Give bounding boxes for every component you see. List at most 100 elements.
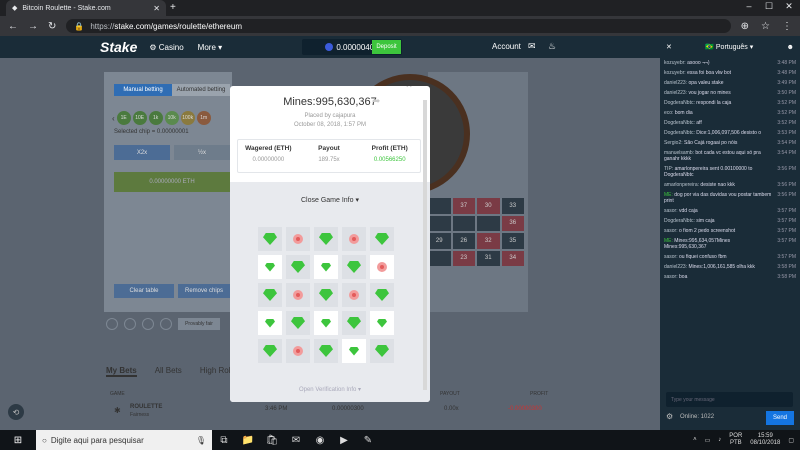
close-chat-icon[interactable]: ✕	[666, 43, 672, 51]
nav-casino[interactable]: ⚙ Casino	[149, 43, 183, 52]
volume-icon[interactable]	[106, 318, 118, 330]
hotkeys-icon[interactable]	[124, 318, 136, 330]
close-window-icon[interactable]: ✕	[780, 1, 798, 12]
file-explorer-icon[interactable]: 📁	[236, 435, 260, 446]
share-icon[interactable]: ➦	[372, 96, 380, 107]
tab-all-bets[interactable]: All Bets	[155, 366, 182, 377]
table-cell[interactable]	[477, 215, 500, 231]
table-cell[interactable]: 30	[477, 198, 500, 214]
network-icon[interactable]: ▭	[705, 437, 711, 444]
table-cell[interactable]: 31	[477, 250, 500, 266]
volume-icon[interactable]: ♪	[718, 437, 721, 443]
chat-users-icon[interactable]: ☻	[787, 44, 794, 51]
notifications-icon[interactable]: ♨	[548, 41, 556, 52]
table-cell[interactable]: 23	[452, 250, 475, 266]
notification-center-icon[interactable]: ▢	[788, 437, 794, 444]
paint-icon[interactable]: ✎	[356, 435, 380, 446]
chat-username[interactable]: DogderaNbtc:	[664, 130, 695, 136]
table-cell[interactable]: 35	[501, 233, 524, 249]
menu-dots-icon[interactable]: ⋮	[782, 21, 792, 32]
table-cell[interactable]	[428, 250, 451, 266]
support-icon[interactable]: ⟲	[8, 404, 24, 420]
open-verification-toggle[interactable]: Open Verification Info ▾	[230, 386, 430, 393]
minimize-icon[interactable]: –	[740, 1, 758, 11]
deposit-button[interactable]: Deposit	[372, 40, 401, 54]
back-icon[interactable]: ←	[8, 21, 18, 32]
forward-icon[interactable]: →	[28, 21, 38, 32]
chip-prev-icon[interactable]: ‹	[112, 114, 115, 123]
chat-username[interactable]: sasor:	[664, 228, 678, 234]
chat-language-selector[interactable]: 🇧🇷 Português ▾	[705, 43, 753, 51]
chat-username[interactable]: daniel223:	[664, 264, 687, 270]
chat-username[interactable]: daniel223:	[664, 90, 687, 96]
chip[interactable]: 10E	[132, 111, 147, 125]
taskbar-search[interactable]: ○ Digite aqui para pesquisar 🎙	[36, 430, 212, 450]
chat-settings-icon[interactable]: ⚙	[666, 412, 673, 421]
chat-username[interactable]: kozuyebr:	[664, 70, 686, 76]
url-field[interactable]: 🔒 https://stake.com/games/roulette/ether…	[66, 19, 731, 33]
maximize-icon[interactable]: ☐	[760, 1, 778, 12]
total-bet-field[interactable]: 0.00000000 ETH	[114, 172, 230, 192]
system-clock[interactable]: 15:59 08/10/2018	[750, 433, 780, 447]
chat-username[interactable]: kozuyebr:	[664, 60, 686, 66]
table-cell[interactable]: 33	[501, 198, 524, 214]
clear-table-button[interactable]: Clear table	[114, 284, 174, 298]
new-tab-button[interactable]: +	[170, 2, 176, 13]
table-cell[interactable]: 37	[452, 198, 475, 214]
chat-username[interactable]: sasor:	[664, 208, 678, 214]
input-language[interactable]: POR PTB	[729, 433, 742, 447]
chrome-icon[interactable]: ◉	[308, 435, 332, 446]
chip[interactable]: 1E	[116, 111, 131, 125]
mail-app-icon[interactable]: ✉	[284, 435, 308, 446]
provably-fair-button[interactable]: Provably fair	[178, 318, 220, 330]
theatre-icon[interactable]	[160, 318, 172, 330]
send-button[interactable]: Send	[766, 411, 794, 425]
account-link[interactable]: Account	[492, 42, 521, 51]
table-cell[interactable]	[452, 215, 475, 231]
chat-username[interactable]: Sergio2:	[664, 140, 683, 146]
store-icon[interactable]: 🛍	[260, 435, 284, 446]
microphone-icon[interactable]: 🎙	[196, 436, 206, 445]
chat-username[interactable]: DogderaNbtc:	[664, 218, 695, 224]
nav-more[interactable]: More ▾	[198, 43, 222, 52]
tab-manual-betting[interactable]: Manual betting	[114, 84, 172, 96]
reload-icon[interactable]: ↻	[48, 21, 56, 32]
table-cell[interactable]: 32	[477, 233, 500, 249]
tray-up-icon[interactable]: ˄	[693, 437, 697, 443]
chat-username[interactable]: eco:	[664, 110, 673, 116]
chat-username[interactable]: DogderaNbtc:	[664, 100, 695, 106]
task-view-icon[interactable]: ⧉	[212, 435, 236, 446]
table-cell[interactable]	[428, 198, 451, 214]
table-cell[interactable]: 29	[428, 233, 451, 249]
chat-message-input[interactable]: Type your message	[666, 392, 793, 407]
modal-scrollbar[interactable]	[423, 100, 427, 390]
bookmark-star-icon[interactable]: ☆	[761, 21, 770, 32]
stake-logo[interactable]: Stake	[100, 39, 137, 55]
tab-my-bets[interactable]: My Bets	[106, 366, 137, 377]
chip[interactable]: 100k	[180, 111, 195, 125]
close-icon[interactable]: ⌃	[404, 86, 414, 96]
tab-automated-betting[interactable]: Automated betting	[172, 84, 230, 96]
table-cell[interactable]: 36	[501, 215, 524, 231]
table-cell[interactable]: 34	[501, 250, 524, 266]
chip[interactable]: 1k	[148, 111, 163, 125]
browser-tab[interactable]: ◆ Bitcoin Roulette - Stake.com ✕	[6, 0, 166, 16]
remove-chips-button[interactable]: Remove chips	[178, 284, 230, 298]
stats-icon[interactable]	[142, 318, 154, 330]
bet-game-name[interactable]: ROULETTE	[130, 404, 162, 410]
zoom-icon[interactable]: ⊕	[741, 21, 749, 32]
mail-icon[interactable]: ✉	[528, 41, 536, 52]
close-tab-icon[interactable]: ✕	[153, 4, 160, 13]
bet-fairness[interactable]: Fairness	[130, 412, 149, 418]
media-player-icon[interactable]: ▶	[332, 435, 356, 446]
table-cell[interactable]	[428, 215, 451, 231]
chip[interactable]: 1m	[196, 111, 211, 125]
placed-by-user[interactable]: cajapura	[333, 113, 356, 119]
chat-username[interactable]: daniel223:	[664, 80, 687, 86]
windows-start-icon[interactable]: ⊞	[0, 435, 36, 446]
chat-username[interactable]: DogderaNbtc:	[664, 120, 695, 126]
double-bet-button[interactable]: X2x	[114, 145, 170, 160]
chat-username[interactable]: amarlonpereira:	[664, 182, 699, 188]
chat-username[interactable]: sasor:	[664, 274, 678, 280]
half-bet-button[interactable]: ½x	[174, 145, 230, 160]
